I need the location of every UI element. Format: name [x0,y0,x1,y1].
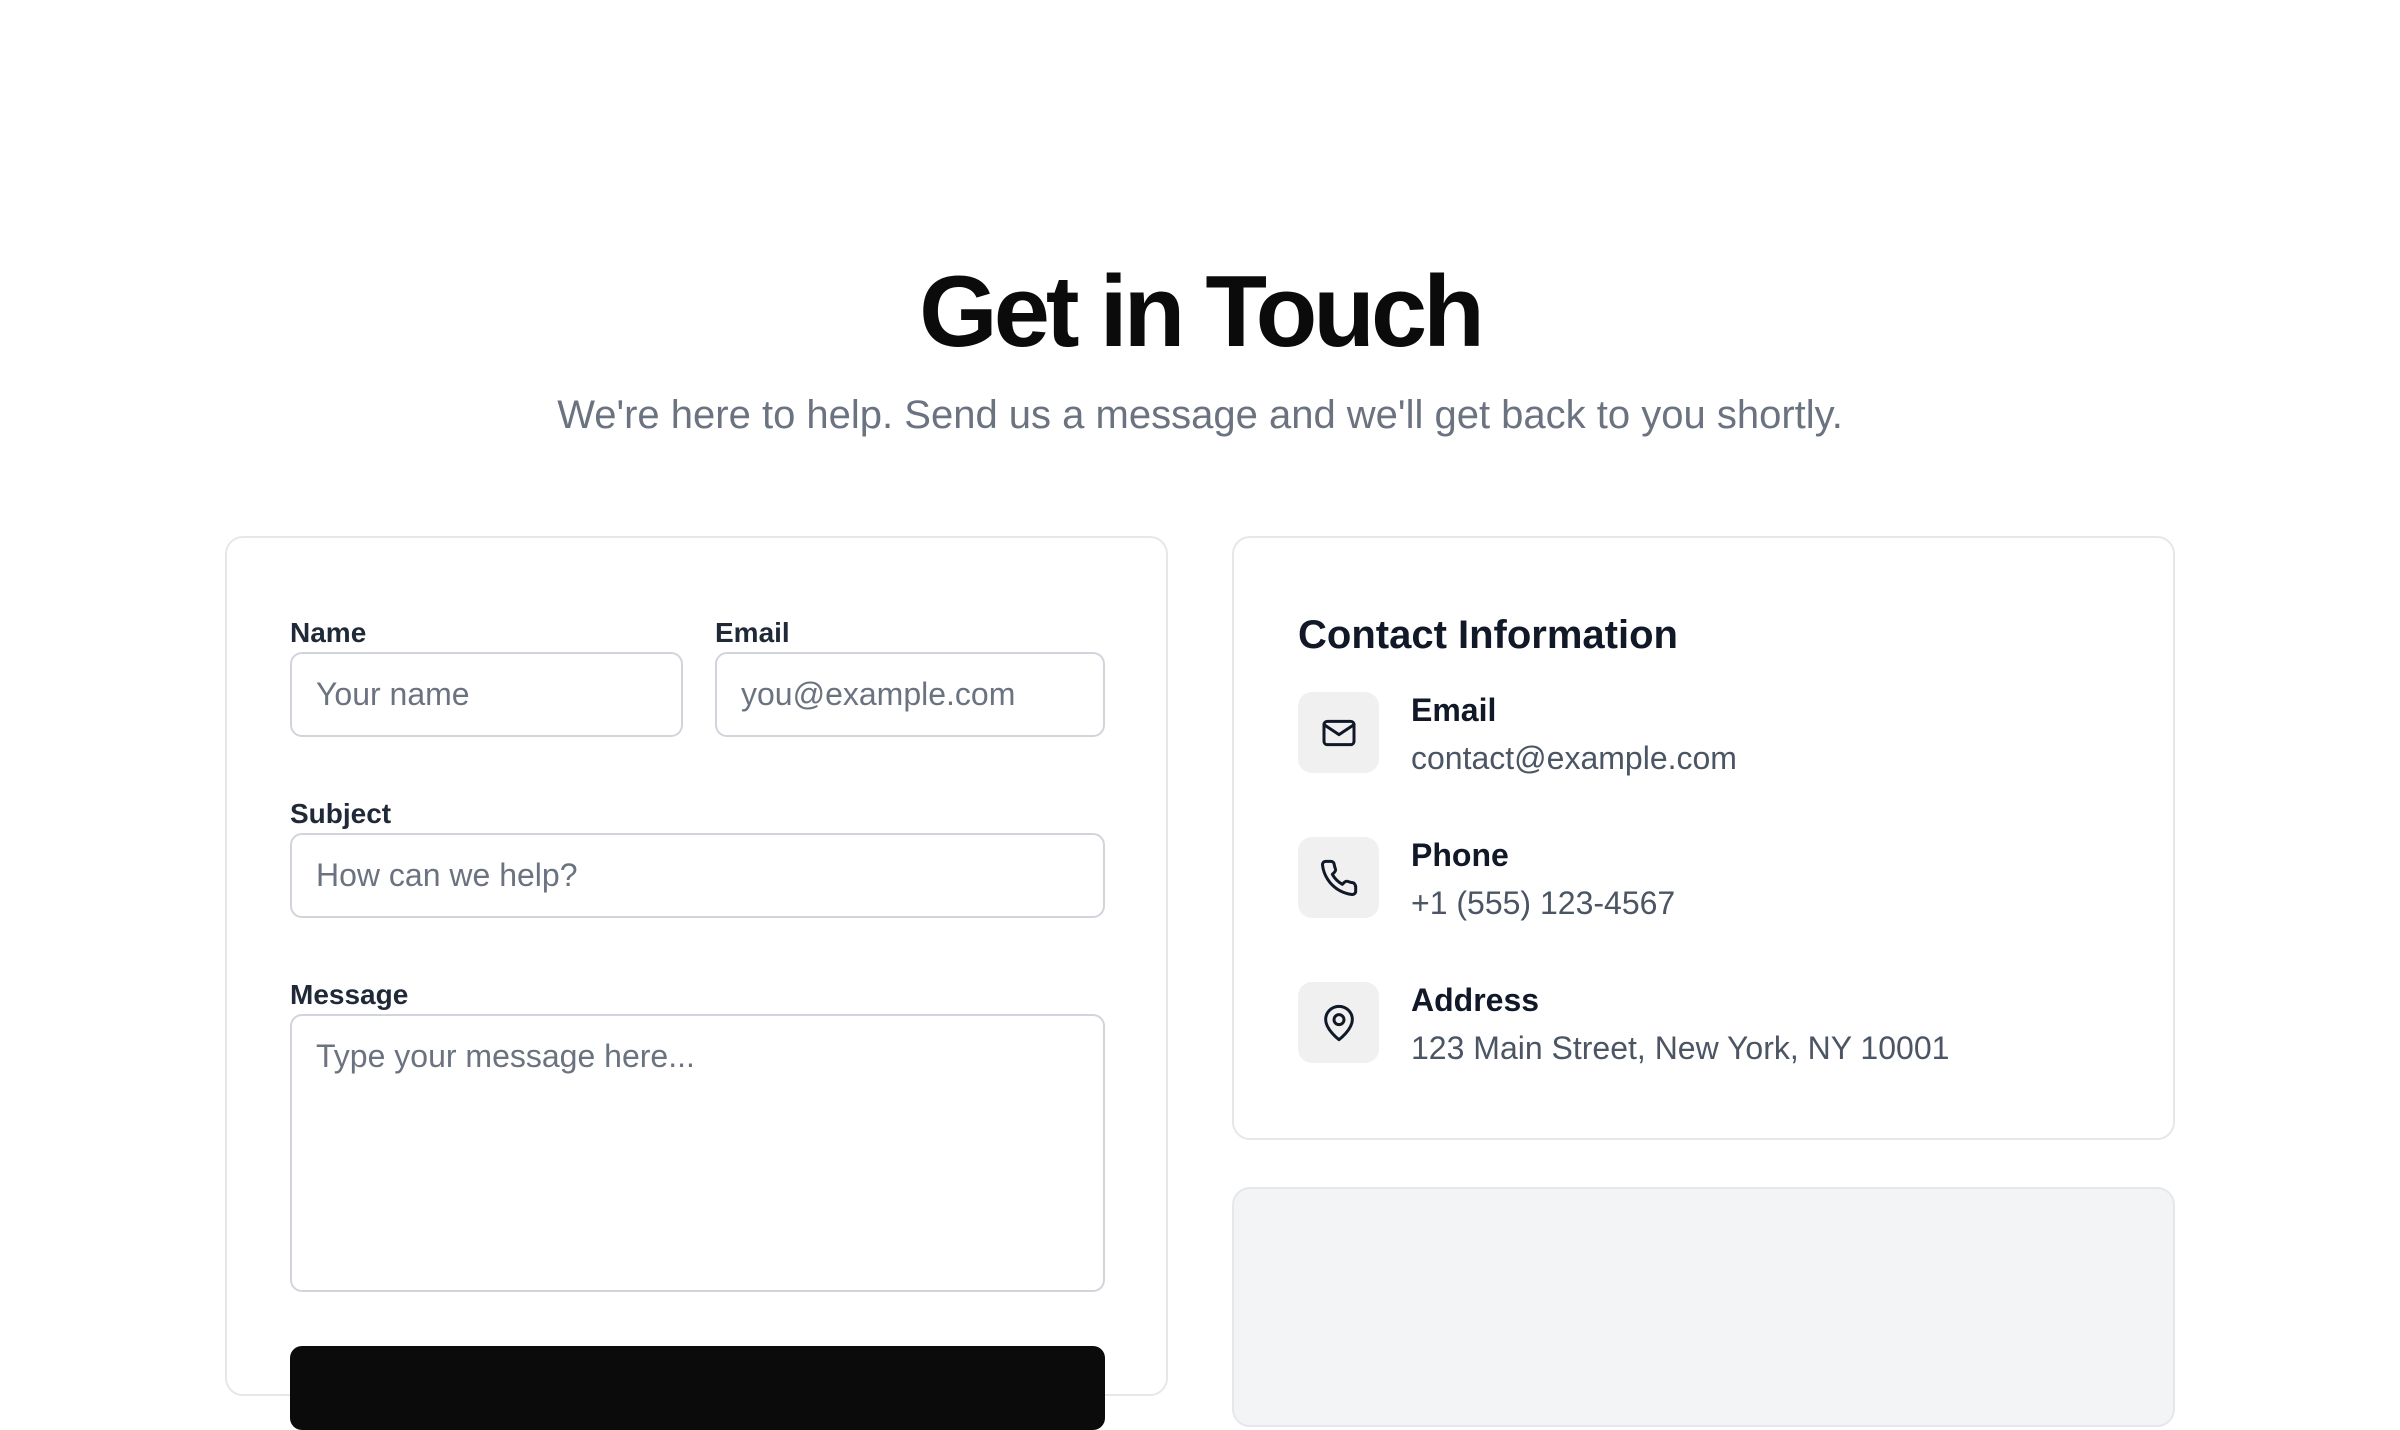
page-title: Get in Touch [919,256,1485,368]
contact-email-label: Email [1411,692,1497,728]
contact-information-title: Contact Information [1298,613,1678,657]
contact-email-value: contact@example.com [1411,740,1737,776]
message-label: Message [290,979,409,1010]
contact-address-value: 123 Main Street, New York, NY 10001 [1411,1030,1950,1066]
send-message-button[interactable] [290,1346,1105,1430]
message-textarea[interactable] [290,1014,1105,1292]
contact-address-item: Address 123 Main Street, New York, NY 10… [1298,982,2098,1082]
contact-information-card: Contact Information Email contact@exampl… [1232,536,2175,1140]
subject-input[interactable] [290,833,1105,918]
mail-icon [1298,692,1379,773]
name-label: Name [290,617,367,648]
phone-icon [1298,837,1379,918]
map-pin-icon [1298,982,1379,1063]
contact-form-card: Name Email Subject Message [225,536,1168,1430]
contact-address-label: Address [1411,982,1540,1018]
page-subtitle: We're here to help. Send us a message an… [557,393,1843,437]
map-placeholder [1232,1187,2175,1427]
name-input[interactable] [290,652,683,737]
subject-label: Subject [290,798,392,829]
contact-phone-value: +1 (555) 123-4567 [1411,885,1676,921]
contact-phone-item: Phone +1 (555) 123-4567 [1298,837,2098,937]
contact-email-item: Email contact@example.com [1298,692,2098,792]
email-input[interactable] [715,652,1105,737]
contact-phone-label: Phone [1411,837,1509,873]
email-label: Email [715,617,790,648]
